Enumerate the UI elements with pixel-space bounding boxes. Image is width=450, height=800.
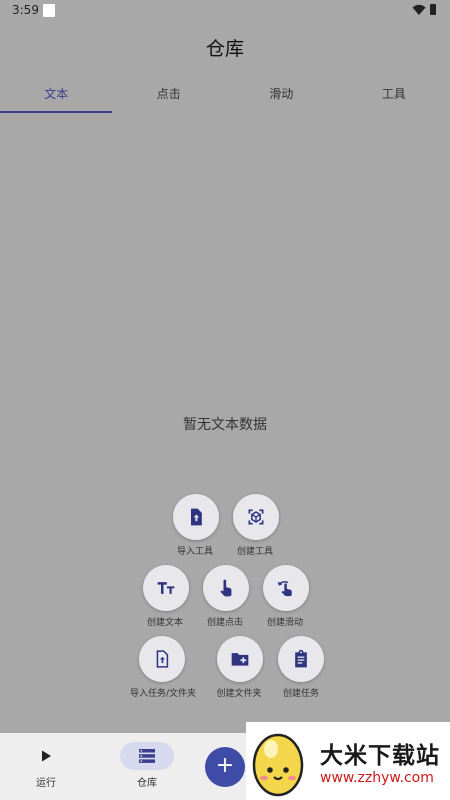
add-fab-button[interactable]: + — [205, 747, 245, 787]
create-tool-label: 创建工具 — [236, 547, 273, 557]
tab-swipe[interactable]: 滑动 — [225, 82, 338, 112]
watermark-banner: 大米下载站 www.zzhyw.com — [246, 722, 450, 800]
nav-run-label: 运行 — [36, 778, 56, 789]
create-task-label: 创建任务 — [282, 689, 319, 699]
touch-app-icon — [220, 579, 232, 597]
tab-tools[interactable]: 工具 — [338, 82, 450, 112]
create-tool-action[interactable]: 创建工具 — [210, 494, 300, 557]
nav-item-repository[interactable]: 仓库 — [107, 733, 187, 800]
create-new-folder-icon — [231, 653, 249, 666]
file-upload-icon — [191, 508, 202, 526]
status-bar: 3:59 — [0, 0, 450, 22]
empty-state-message: 暂无文本数据 — [183, 417, 267, 433]
create-swipe-button[interactable] — [263, 565, 309, 611]
create-swipe-label: 创建滑动 — [266, 618, 303, 628]
play-icon — [42, 750, 51, 762]
create-task-button[interactable] — [278, 636, 324, 682]
create-task-action[interactable]: 创建任务 — [256, 636, 346, 699]
egg-mascot-logo — [252, 733, 304, 797]
watermark-url: www.zzhyw.com — [320, 770, 434, 786]
nav-repo-icon-wrap — [120, 742, 174, 770]
text-fields-icon — [157, 582, 175, 594]
create-tool-button[interactable] — [233, 494, 279, 540]
tab-indicator — [0, 111, 112, 113]
watermark-title: 大米下载站 — [320, 743, 440, 769]
tab-bar: 文本 点击 滑动 工具 — [0, 82, 450, 114]
swipe-icon — [277, 581, 292, 597]
file-upload-outline-icon — [156, 650, 169, 668]
storage-icon — [139, 749, 155, 763]
status-time: 3:59 — [12, 3, 39, 17]
create-swipe-action[interactable]: 创建滑动 — [240, 565, 330, 628]
nav-item-run[interactable]: 运行 — [6, 733, 86, 800]
clipboard-icon — [295, 649, 307, 668]
page-title: 仓库 — [205, 38, 244, 60]
tab-text[interactable]: 文本 — [0, 82, 113, 112]
battery-icon — [430, 4, 436, 15]
view-in-ar-icon — [248, 509, 264, 525]
nav-run-icon-wrap — [19, 742, 73, 770]
tab-click[interactable]: 点击 — [113, 82, 226, 112]
nav-repo-label: 仓库 — [137, 778, 157, 789]
import-task-folder-button[interactable] — [139, 636, 185, 682]
notification-icon — [43, 4, 55, 17]
wifi-icon — [412, 4, 426, 15]
